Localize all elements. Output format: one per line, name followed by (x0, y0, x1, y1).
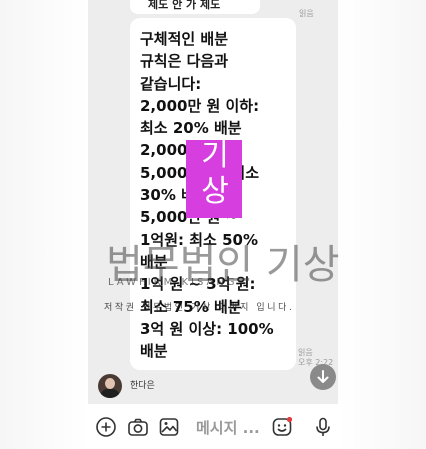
left-background (0, 0, 88, 449)
gallery-icon[interactable] (158, 416, 180, 438)
avatar[interactable] (98, 374, 122, 398)
mic-icon[interactable] (312, 416, 334, 438)
watermark-logo-subtitle: LAWFIRM KISANG (108, 277, 238, 288)
input-bar: 메시지 ... (88, 404, 338, 449)
message-input[interactable]: 메시지 ... (196, 417, 260, 438)
chat-area[interactable]: 제도 안 가 제도 읽음 구체적인 배분 규칙은 다음과 같습니다: 2,000… (88, 0, 338, 449)
sender-name: 한다은 (130, 381, 155, 391)
avatar-face (105, 378, 115, 389)
arrow-down-icon (317, 370, 329, 383)
right-background (338, 0, 426, 449)
avatar-body (100, 389, 120, 398)
previous-message-text: 제도 안 가 제도 (148, 0, 221, 11)
watermark-copyright: 저작권 법무법인 기상 이미지 입니다. (104, 303, 295, 313)
camera-icon[interactable] (127, 416, 149, 438)
read-receipt-top: 읽음 (299, 9, 314, 18)
watermark-stamp-text: 기상 (201, 138, 229, 209)
emoji-icon[interactable] (271, 416, 293, 438)
notification-dot (286, 416, 293, 423)
plus-icon[interactable] (95, 416, 117, 438)
scroll-to-bottom-button[interactable] (310, 364, 336, 390)
read-label: 읽음 (298, 348, 313, 357)
